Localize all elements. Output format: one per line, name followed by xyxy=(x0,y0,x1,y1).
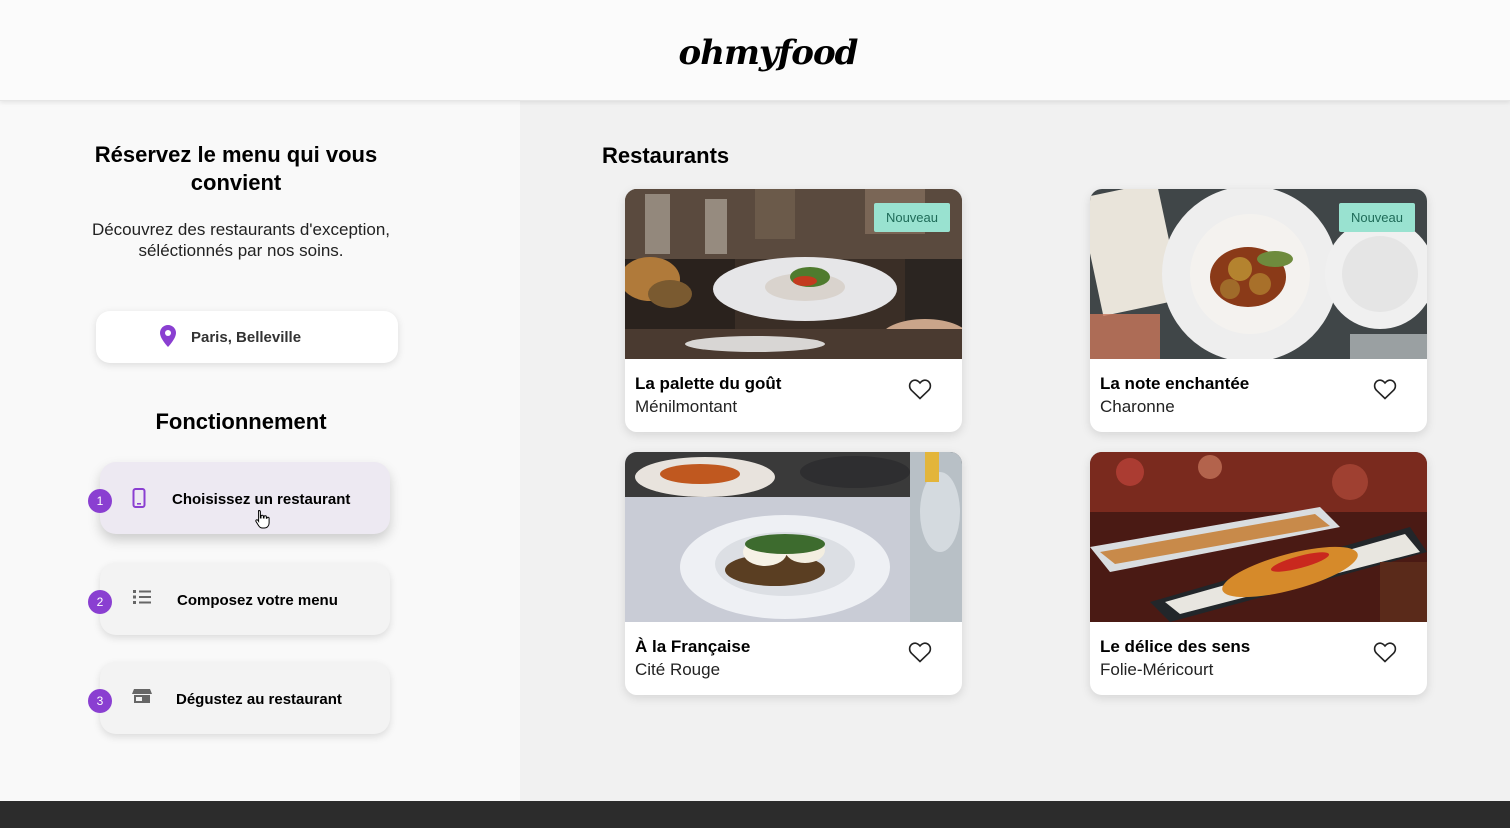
site-header: ohmyfood xyxy=(0,0,1510,101)
step-number: 3 xyxy=(88,689,112,713)
step-label: Choisissez un restaurant xyxy=(172,491,351,508)
restaurant-name: La palette du goût xyxy=(635,374,782,393)
hero-subtitle: Découvrez des restaurants d'exception, s… xyxy=(60,219,422,261)
step-label: Dégustez au restaurant xyxy=(176,691,342,708)
location-label: Paris, Belleville xyxy=(191,328,302,346)
heart-icon[interactable] xyxy=(908,378,932,400)
hand-cursor-icon xyxy=(255,509,270,529)
restaurant-card[interactable]: À la Française Cité Rouge xyxy=(625,452,962,695)
restaurant-name: Le délice des sens xyxy=(1100,637,1251,656)
restaurant-area: Charonne xyxy=(1100,397,1175,416)
restaurant-area: Ménilmontant xyxy=(635,397,738,416)
restaurants-panel: Restaurants Nouveau La palette du goût M… xyxy=(520,101,1510,801)
step-label: Composez votre menu xyxy=(177,592,338,609)
restaurant-name: À la Française xyxy=(635,637,751,656)
smartphone-icon xyxy=(132,488,146,508)
restaurant-card[interactable]: Nouveau La palette du goût Ménilmontant xyxy=(625,189,962,432)
hero-subtitle-line1: Découvrez des restaurants d'exception, xyxy=(91,220,391,239)
how-it-works-title: Fonctionnement xyxy=(155,409,327,434)
step-enjoy[interactable]: 3 Dégustez au restaurant xyxy=(88,662,390,734)
location-selector[interactable]: Paris, Belleville xyxy=(96,311,398,363)
heart-icon[interactable] xyxy=(1373,641,1397,663)
list-icon xyxy=(133,590,151,604)
restaurants-title: Restaurants xyxy=(602,143,730,168)
store-icon xyxy=(132,689,152,703)
new-badge: Nouveau xyxy=(873,203,950,232)
restaurant-name: La note enchantée xyxy=(1100,374,1250,393)
step-number: 1 xyxy=(88,489,112,513)
restaurant-area: Cité Rouge xyxy=(635,660,721,679)
hero-title: Réservez le menu qui vous convient xyxy=(94,142,378,195)
hero-subtitle-line2: séléctionnés par nos soins. xyxy=(138,241,344,260)
heart-icon[interactable] xyxy=(908,641,932,663)
intro-panel: Réservez le menu qui vous convient Décou… xyxy=(0,101,520,801)
heart-icon[interactable] xyxy=(1373,378,1397,400)
logo[interactable]: ohmyfood xyxy=(679,33,859,73)
restaurant-photo xyxy=(1090,452,1427,622)
step-number: 2 xyxy=(88,590,112,614)
step-choose-restaurant[interactable]: 1 Choisissez un restaurant xyxy=(88,462,390,534)
new-badge: Nouveau xyxy=(1338,203,1415,232)
restaurant-card[interactable]: Le délice des sens Folie-Méricourt xyxy=(1090,452,1427,695)
site-footer xyxy=(0,801,1510,828)
location-pin-icon xyxy=(160,325,176,347)
restaurant-card[interactable]: Nouveau La note enchantée Charonne xyxy=(1090,189,1427,432)
step-compose-menu[interactable]: 2 Composez votre menu xyxy=(88,563,390,635)
restaurant-area: Folie-Méricourt xyxy=(1100,660,1214,679)
restaurant-photo xyxy=(625,452,962,622)
